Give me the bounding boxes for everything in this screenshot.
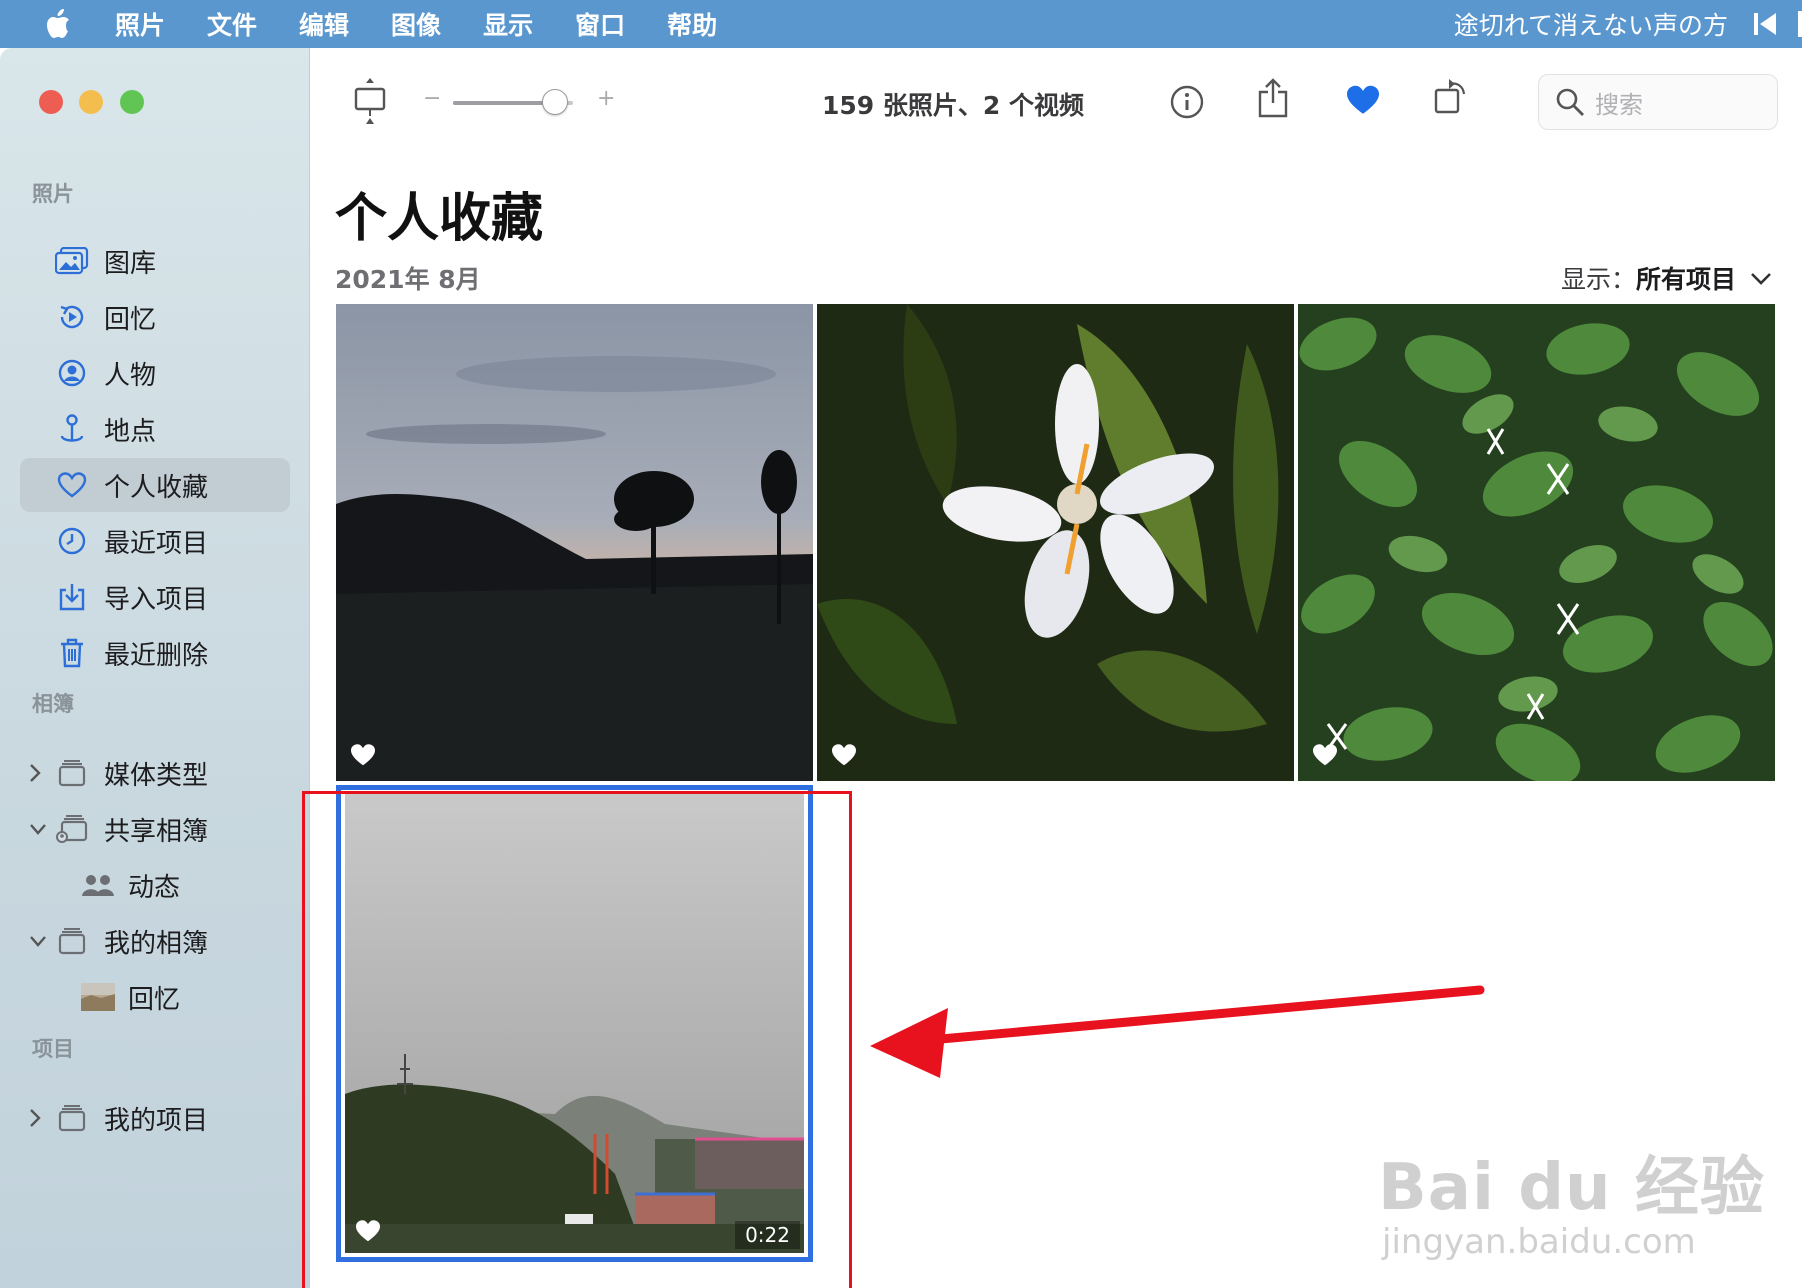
sidebar-item-label: 共享相簿 [104, 816, 209, 847]
favorite-badge-icon [831, 743, 857, 767]
menu-help[interactable]: 帮助 [667, 6, 717, 42]
favorite-heart-icon[interactable] [1345, 84, 1381, 116]
favorite-badge-icon [350, 743, 376, 767]
sidebar-item-album-memories[interactable]: 回忆 [78, 970, 180, 1024]
menu-bar: 照片 文件 编辑 图像 显示 窗口 帮助 途切れて消えない声の方 [0, 0, 1802, 48]
sidebar-item-label: 回忆 [128, 984, 181, 1015]
trash-icon [52, 638, 92, 668]
sidebar-item-memories[interactable]: 回忆 [20, 290, 290, 344]
memories-icon [52, 302, 92, 332]
zoom-window-button[interactable] [120, 90, 144, 114]
sidebar-item-label: 最近删除 [104, 640, 209, 671]
date-heading: 2021年 8月 [335, 265, 481, 294]
sidebar-item-library[interactable]: 图库 [20, 234, 290, 288]
pause-icon[interactable] [1798, 11, 1802, 37]
map-pin-icon [52, 414, 92, 444]
filter-value: 所有项目 [1635, 265, 1736, 294]
sidebar-item-label: 图库 [104, 248, 157, 279]
photo-thumbnail-sunset[interactable] [336, 304, 813, 781]
album-stack-icon [52, 927, 92, 955]
import-icon [52, 582, 92, 612]
sidebar-item-label: 地点 [104, 416, 157, 447]
sidebar-item-label: 我的相簿 [104, 928, 209, 959]
menu-view[interactable]: 显示 [483, 6, 533, 42]
photo-thumbnail-honeysuckle[interactable] [1298, 304, 1775, 781]
close-window-button[interactable] [39, 90, 63, 114]
search-field[interactable]: 搜索 [1538, 74, 1778, 130]
sidebar-item-label: 媒体类型 [104, 760, 209, 791]
menu-file[interactable]: 文件 [207, 6, 257, 42]
item-count: 159 张照片、2 个视频 [822, 91, 1084, 120]
clock-icon [52, 526, 92, 556]
chevron-right-icon[interactable] [28, 761, 42, 791]
people-icon [52, 358, 92, 388]
sidebar-item-places[interactable]: 地点 [20, 402, 290, 456]
watermark-brand: Bai du 经验 [1378, 1151, 1765, 1225]
chevron-down-icon [1750, 264, 1772, 293]
previous-track-icon[interactable] [1754, 13, 1778, 35]
sidebar-item-favorites[interactable]: 个人收藏 [20, 458, 290, 512]
watermark-url: jingyan.baidu.com [1382, 1222, 1696, 1262]
favorite-badge-icon [1312, 743, 1338, 767]
album-thumbnail [78, 983, 118, 1011]
menu-window[interactable]: 窗口 [575, 6, 625, 42]
chevron-down-icon[interactable] [28, 929, 48, 959]
sidebar-item-label: 人物 [104, 360, 157, 391]
apple-icon[interactable] [0, 9, 115, 39]
sidebar-item-recently-deleted[interactable]: 最近删除 [20, 626, 290, 680]
zoom-in-button[interactable]: + [597, 86, 615, 111]
sidebar-item-label: 我的项目 [104, 1105, 209, 1136]
slideshow-icon[interactable] [353, 78, 387, 124]
heart-icon [52, 471, 92, 499]
minimize-window-button[interactable] [79, 90, 103, 114]
people-group-icon [78, 873, 118, 897]
share-icon[interactable] [1257, 78, 1289, 118]
watermark: Bai du 经验 jingyan.baidu.com [1378, 1136, 1765, 1262]
menu-photos[interactable]: 照片 [115, 6, 165, 42]
section-header-projects: 项目 [32, 1037, 74, 1061]
sidebar-item-activity[interactable]: 动态 [78, 858, 180, 912]
chevron-right-icon[interactable] [28, 1106, 42, 1136]
sidebar-item-recents[interactable]: 最近项目 [20, 514, 290, 568]
annotation-arrow [870, 978, 1490, 1082]
album-stack-icon [52, 759, 92, 787]
section-header-albums: 相簿 [32, 692, 74, 716]
search-icon [1555, 87, 1585, 117]
sidebar-item-shared-albums[interactable]: 共享相簿 [20, 802, 290, 856]
now-playing-title[interactable]: 途切れて消えない声の方 [1454, 6, 1728, 42]
sidebar-item-label: 回忆 [104, 304, 157, 335]
sidebar-item-people[interactable]: 人物 [20, 346, 290, 400]
menu-image[interactable]: 图像 [391, 6, 441, 42]
zoom-slider-knob[interactable] [542, 89, 568, 115]
library-icon [52, 247, 92, 275]
page-title: 个人收藏 [335, 189, 544, 249]
chevron-down-icon[interactable] [28, 817, 48, 847]
filter-label: 显示： [1560, 265, 1636, 294]
sidebar-item-label: 个人收藏 [104, 472, 209, 503]
info-icon[interactable] [1169, 84, 1205, 120]
filter-dropdown[interactable]: 显示： 所有项目 [1561, 260, 1772, 296]
photos-window: 照片 图库 回忆 人物 地点 个人收藏 最近项目 导入项目 最近删除 相簿 媒体… [0, 48, 1802, 1288]
annotation-highlight-box [302, 791, 852, 1288]
toolbar: − + 159 张照片、2 个视频 搜索 [311, 48, 1802, 158]
zoom-slider-fill [453, 101, 555, 105]
sidebar: 照片 图库 回忆 人物 地点 个人收藏 最近项目 导入项目 最近删除 相簿 媒体… [0, 48, 310, 1288]
sidebar-item-label: 导入项目 [104, 584, 209, 615]
sidebar-item-media-types[interactable]: 媒体类型 [20, 746, 290, 800]
search-placeholder: 搜索 [1595, 90, 1643, 119]
zoom-out-button[interactable]: − [423, 86, 441, 111]
menu-edit[interactable]: 编辑 [299, 6, 349, 42]
rotate-icon[interactable] [1433, 76, 1469, 116]
sidebar-item-imports[interactable]: 导入项目 [20, 570, 290, 624]
section-header-photos: 照片 [32, 182, 74, 206]
photo-thumbnail-flower[interactable] [817, 304, 1294, 781]
sidebar-item-label: 最近项目 [104, 528, 209, 559]
sidebar-item-my-albums[interactable]: 我的相簿 [20, 914, 290, 968]
album-stack-icon [52, 1104, 92, 1132]
sidebar-item-my-projects[interactable]: 我的项目 [20, 1091, 290, 1145]
sidebar-item-label: 动态 [128, 872, 181, 903]
shared-album-icon [52, 814, 92, 844]
